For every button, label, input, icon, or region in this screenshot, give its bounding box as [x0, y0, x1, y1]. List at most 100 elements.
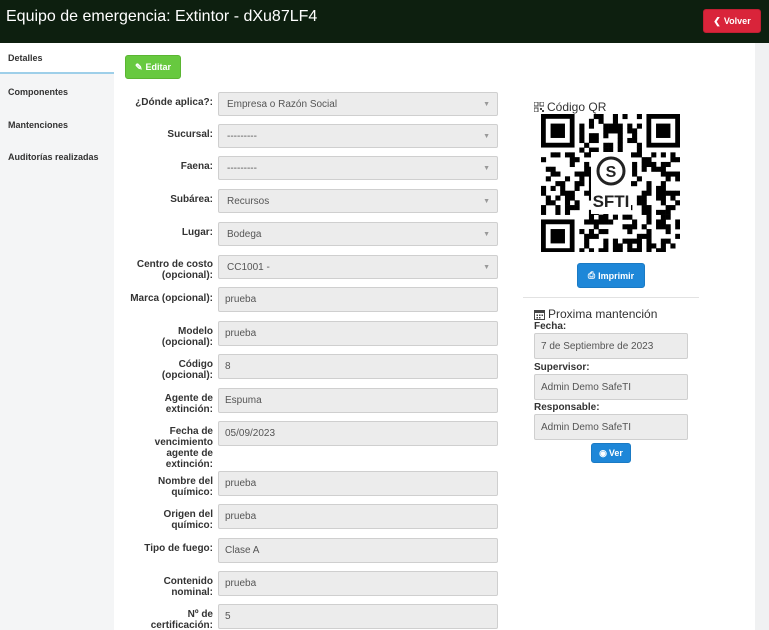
- tab-auditorias[interactable]: Auditorías realizadas: [0, 142, 114, 172]
- nombre-quimico-label-line2: químico:: [171, 487, 213, 498]
- contenido-label-line1: Contenido: [163, 576, 213, 587]
- chevron-down-icon: ▼: [483, 264, 490, 271]
- scrollbar-track[interactable]: [755, 43, 769, 630]
- origen-quimico-label-line1: Origen del: [163, 509, 213, 520]
- chevron-down-icon: ▼: [483, 101, 490, 108]
- fecha-value: 7 de Septiembre de 2023: [541, 340, 654, 352]
- qr-code-image: S SFTI: [541, 114, 681, 254]
- certificacion-label-line1: Nº de: [187, 609, 213, 620]
- edit-button[interactable]: ✎ Editar: [125, 55, 181, 79]
- print-button-label: Imprimir: [598, 270, 635, 281]
- agente-value: Espuma: [225, 395, 262, 406]
- tab-detalles[interactable]: Detalles: [0, 43, 114, 74]
- nombre-quimico-label-line1: Nombre del: [157, 476, 213, 487]
- pencil-icon: ✎: [134, 61, 143, 72]
- subarea-label: Subárea:: [170, 194, 213, 205]
- responsable-value: Admin Demo SafeTI: [541, 421, 632, 433]
- origen-quimico-value: prueba: [225, 511, 257, 522]
- faena-value: ---------: [227, 162, 257, 174]
- fecha-venc-value: 05/09/2023: [225, 428, 276, 439]
- supervisor-value: Admin Demo SafeTI: [541, 381, 632, 393]
- top-bar: Equipo de emergencia: Extintor - dXu87LF…: [0, 0, 769, 43]
- faena-label: Faena:: [180, 161, 213, 172]
- tab-componentes[interactable]: Componentes: [0, 77, 114, 107]
- back-button-label: Volver: [723, 16, 751, 26]
- qr-code-icon: [534, 102, 544, 112]
- sucursal-value: ---------: [227, 130, 257, 142]
- view-button[interactable]: ◉ Ver: [591, 443, 631, 463]
- view-button-label: Ver: [608, 448, 623, 458]
- centro-costo-label: Centro de costo (opcional):: [137, 259, 213, 281]
- certificacion-label-line2: certificación:: [150, 620, 213, 630]
- lugar-label: Lugar:: [181, 227, 213, 238]
- supervisor-label: Supervisor:: [534, 362, 590, 373]
- contenido-input[interactable]: prueba: [218, 571, 498, 596]
- supervisor-field[interactable]: Admin Demo SafeTI: [534, 374, 688, 400]
- fecha-venc-input[interactable]: 05/09/2023: [218, 421, 498, 446]
- fecha-label: Fecha:: [534, 321, 567, 332]
- qr-section-title: Código QR: [534, 100, 606, 114]
- qr-title-text: Código QR: [547, 100, 607, 114]
- subarea-select[interactable]: Recursos ▼: [218, 189, 498, 213]
- fecha-venc-label: Fecha de vencimiento agente de extinción…: [155, 426, 213, 470]
- marca-value: prueba: [225, 294, 257, 305]
- lugar-value: Bodega: [227, 228, 262, 240]
- edit-button-label: Editar: [145, 62, 172, 72]
- tab-componentes-label: Componentes: [8, 87, 69, 97]
- codigo-input[interactable]: 8: [218, 354, 498, 379]
- lugar-select[interactable]: Bodega ▼: [218, 222, 498, 246]
- maintenance-title: Proxima mantención: [534, 307, 657, 321]
- codigo-label: Código (opcional):: [162, 359, 213, 381]
- section-divider: [523, 297, 699, 298]
- centro-costo-label-line2: (opcional):: [161, 270, 213, 281]
- sucursal-select[interactable]: --------- ▼: [218, 124, 498, 148]
- chevron-down-icon: ▼: [483, 231, 490, 238]
- fecha-field[interactable]: 7 de Septiembre de 2023: [534, 333, 688, 359]
- certificacion-value: 5: [225, 611, 231, 622]
- modelo-label-line1: Modelo: [178, 326, 213, 337]
- fecha-venc-label-line1: Fecha de: [169, 426, 213, 437]
- contenido-label: Contenido nominal:: [164, 576, 213, 598]
- marca-label: Marca (opcional):: [130, 293, 213, 304]
- tipo-fuego-label: Tipo de fuego:: [144, 543, 213, 554]
- back-circle-icon: ❮: [713, 15, 721, 26]
- donde-aplica-select[interactable]: Empresa o Razón Social ▼: [218, 92, 498, 116]
- qr-logo-text: SFTI: [593, 192, 630, 211]
- modelo-value: prueba: [225, 328, 257, 339]
- origen-quimico-input[interactable]: prueba: [218, 504, 498, 529]
- contenido-label-line2: nominal:: [171, 587, 213, 598]
- modelo-label-line2: (opcional):: [161, 337, 213, 348]
- print-button[interactable]: ⎙ Imprimir: [577, 263, 645, 288]
- donde-aplica-label: ¿Dónde aplica?:: [135, 97, 213, 108]
- nombre-quimico-input[interactable]: prueba: [218, 471, 498, 496]
- chevron-down-icon: ▼: [483, 133, 490, 140]
- sucursal-label: Sucursal:: [167, 129, 213, 140]
- tipo-fuego-input[interactable]: Clase A: [218, 538, 498, 563]
- centro-costo-label-line1: Centro de costo: [136, 259, 213, 270]
- modelo-input[interactable]: prueba: [218, 321, 498, 346]
- donde-aplica-value: Empresa o Razón Social: [227, 98, 338, 110]
- origen-quimico-label-line2: químico:: [171, 520, 213, 531]
- agente-label-line2: extinción:: [165, 404, 213, 415]
- faena-select[interactable]: --------- ▼: [218, 156, 498, 180]
- marca-input[interactable]: prueba: [218, 287, 498, 312]
- tab-detalles-label: Detalles: [8, 52, 43, 63]
- tab-auditorias-label: Auditorías realizadas: [8, 152, 99, 162]
- eye-icon: ◉: [599, 447, 607, 458]
- origen-quimico-label: Origen del químico:: [164, 509, 213, 531]
- responsable-field[interactable]: Admin Demo SafeTI: [534, 414, 688, 440]
- centro-costo-select[interactable]: CC1001 - ▼: [218, 255, 498, 279]
- subarea-value: Recursos: [227, 195, 270, 207]
- printer-icon: ⎙: [587, 270, 596, 280]
- back-button[interactable]: ❮ Volver: [703, 9, 761, 33]
- contenido-value: prueba: [225, 578, 257, 589]
- agente-input[interactable]: Espuma: [218, 388, 498, 413]
- tab-mantenciones[interactable]: Mantenciones: [0, 110, 114, 140]
- nombre-quimico-value: prueba: [225, 478, 257, 489]
- fecha-venc-label-line4: extinción:: [165, 459, 213, 470]
- chevron-down-icon: ▼: [483, 165, 490, 172]
- chevron-down-icon: ▼: [483, 198, 490, 205]
- codigo-value: 8: [225, 361, 231, 372]
- tipo-fuego-value: Clase A: [225, 545, 260, 556]
- certificacion-input[interactable]: 5: [218, 604, 498, 629]
